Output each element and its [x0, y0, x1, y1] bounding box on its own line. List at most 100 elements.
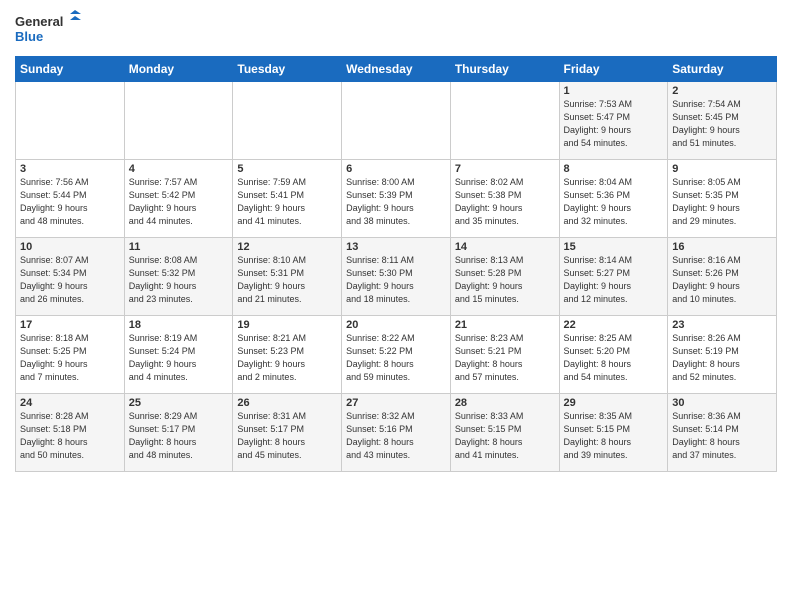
- day-number: 15: [564, 241, 664, 253]
- calendar-cell: 26Sunrise: 8:31 AM Sunset: 5:17 PM Dayli…: [233, 394, 342, 472]
- day-number: 10: [20, 241, 120, 253]
- svg-text:Blue: Blue: [15, 29, 43, 44]
- day-info: Sunrise: 8:16 AM Sunset: 5:26 PM Dayligh…: [672, 254, 772, 306]
- day-info: Sunrise: 8:13 AM Sunset: 5:28 PM Dayligh…: [455, 254, 555, 306]
- day-info: Sunrise: 7:53 AM Sunset: 5:47 PM Dayligh…: [564, 98, 664, 150]
- day-info: Sunrise: 8:19 AM Sunset: 5:24 PM Dayligh…: [129, 332, 229, 384]
- calendar-container: General Blue SundayMondayTuesdayWednesda…: [0, 0, 792, 482]
- day-info: Sunrise: 7:56 AM Sunset: 5:44 PM Dayligh…: [20, 176, 120, 228]
- day-info: Sunrise: 8:07 AM Sunset: 5:34 PM Dayligh…: [20, 254, 120, 306]
- day-number: 25: [129, 397, 229, 409]
- week-row-5: 24Sunrise: 8:28 AM Sunset: 5:18 PM Dayli…: [16, 394, 777, 472]
- day-info: Sunrise: 8:29 AM Sunset: 5:17 PM Dayligh…: [129, 410, 229, 462]
- day-number: 5: [237, 163, 337, 175]
- day-info: Sunrise: 8:33 AM Sunset: 5:15 PM Dayligh…: [455, 410, 555, 462]
- calendar-cell: 12Sunrise: 8:10 AM Sunset: 5:31 PM Dayli…: [233, 238, 342, 316]
- day-info: Sunrise: 8:05 AM Sunset: 5:35 PM Dayligh…: [672, 176, 772, 228]
- calendar-cell: 1Sunrise: 7:53 AM Sunset: 5:47 PM Daylig…: [559, 82, 668, 160]
- day-info: Sunrise: 8:14 AM Sunset: 5:27 PM Dayligh…: [564, 254, 664, 306]
- day-info: Sunrise: 8:31 AM Sunset: 5:17 PM Dayligh…: [237, 410, 337, 462]
- day-info: Sunrise: 8:21 AM Sunset: 5:23 PM Dayligh…: [237, 332, 337, 384]
- day-info: Sunrise: 8:35 AM Sunset: 5:15 PM Dayligh…: [564, 410, 664, 462]
- day-info: Sunrise: 8:11 AM Sunset: 5:30 PM Dayligh…: [346, 254, 446, 306]
- day-number: 11: [129, 241, 229, 253]
- day-number: 26: [237, 397, 337, 409]
- calendar-cell: 14Sunrise: 8:13 AM Sunset: 5:28 PM Dayli…: [450, 238, 559, 316]
- day-info: Sunrise: 8:23 AM Sunset: 5:21 PM Dayligh…: [455, 332, 555, 384]
- day-number: 1: [564, 85, 664, 97]
- day-info: Sunrise: 8:26 AM Sunset: 5:19 PM Dayligh…: [672, 332, 772, 384]
- day-number: 30: [672, 397, 772, 409]
- day-number: 3: [20, 163, 120, 175]
- calendar-cell: 19Sunrise: 8:21 AM Sunset: 5:23 PM Dayli…: [233, 316, 342, 394]
- calendar-cell: 24Sunrise: 8:28 AM Sunset: 5:18 PM Dayli…: [16, 394, 125, 472]
- calendar-cell: 30Sunrise: 8:36 AM Sunset: 5:14 PM Dayli…: [668, 394, 777, 472]
- calendar-cell: 10Sunrise: 8:07 AM Sunset: 5:34 PM Dayli…: [16, 238, 125, 316]
- day-info: Sunrise: 8:04 AM Sunset: 5:36 PM Dayligh…: [564, 176, 664, 228]
- calendar-cell: 11Sunrise: 8:08 AM Sunset: 5:32 PM Dayli…: [124, 238, 233, 316]
- calendar-cell: 18Sunrise: 8:19 AM Sunset: 5:24 PM Dayli…: [124, 316, 233, 394]
- calendar-cell: [124, 82, 233, 160]
- calendar-cell: 27Sunrise: 8:32 AM Sunset: 5:16 PM Dayli…: [342, 394, 451, 472]
- calendar-cell: 15Sunrise: 8:14 AM Sunset: 5:27 PM Dayli…: [559, 238, 668, 316]
- logo: General Blue: [15, 10, 85, 48]
- calendar-cell: 9Sunrise: 8:05 AM Sunset: 5:35 PM Daylig…: [668, 160, 777, 238]
- weekday-header-tuesday: Tuesday: [233, 57, 342, 82]
- day-info: Sunrise: 8:32 AM Sunset: 5:16 PM Dayligh…: [346, 410, 446, 462]
- day-number: 29: [564, 397, 664, 409]
- day-number: 9: [672, 163, 772, 175]
- day-info: Sunrise: 8:22 AM Sunset: 5:22 PM Dayligh…: [346, 332, 446, 384]
- calendar-cell: 3Sunrise: 7:56 AM Sunset: 5:44 PM Daylig…: [16, 160, 125, 238]
- logo-svg: General Blue: [15, 10, 85, 48]
- calendar-cell: 6Sunrise: 8:00 AM Sunset: 5:39 PM Daylig…: [342, 160, 451, 238]
- day-number: 24: [20, 397, 120, 409]
- day-info: Sunrise: 8:28 AM Sunset: 5:18 PM Dayligh…: [20, 410, 120, 462]
- calendar-body: 1Sunrise: 7:53 AM Sunset: 5:47 PM Daylig…: [16, 82, 777, 472]
- calendar-cell: 7Sunrise: 8:02 AM Sunset: 5:38 PM Daylig…: [450, 160, 559, 238]
- calendar-cell: [342, 82, 451, 160]
- day-number: 7: [455, 163, 555, 175]
- day-info: Sunrise: 7:57 AM Sunset: 5:42 PM Dayligh…: [129, 176, 229, 228]
- day-number: 28: [455, 397, 555, 409]
- day-info: Sunrise: 8:10 AM Sunset: 5:31 PM Dayligh…: [237, 254, 337, 306]
- day-info: Sunrise: 8:36 AM Sunset: 5:14 PM Dayligh…: [672, 410, 772, 462]
- day-info: Sunrise: 8:18 AM Sunset: 5:25 PM Dayligh…: [20, 332, 120, 384]
- day-number: 12: [237, 241, 337, 253]
- week-row-2: 3Sunrise: 7:56 AM Sunset: 5:44 PM Daylig…: [16, 160, 777, 238]
- day-number: 20: [346, 319, 446, 331]
- weekday-header-saturday: Saturday: [668, 57, 777, 82]
- day-info: Sunrise: 8:25 AM Sunset: 5:20 PM Dayligh…: [564, 332, 664, 384]
- weekday-header-thursday: Thursday: [450, 57, 559, 82]
- day-info: Sunrise: 8:08 AM Sunset: 5:32 PM Dayligh…: [129, 254, 229, 306]
- day-number: 21: [455, 319, 555, 331]
- calendar-cell: 21Sunrise: 8:23 AM Sunset: 5:21 PM Dayli…: [450, 316, 559, 394]
- calendar-cell: 29Sunrise: 8:35 AM Sunset: 5:15 PM Dayli…: [559, 394, 668, 472]
- day-number: 2: [672, 85, 772, 97]
- week-row-4: 17Sunrise: 8:18 AM Sunset: 5:25 PM Dayli…: [16, 316, 777, 394]
- calendar-cell: 5Sunrise: 7:59 AM Sunset: 5:41 PM Daylig…: [233, 160, 342, 238]
- day-number: 13: [346, 241, 446, 253]
- weekday-header-friday: Friday: [559, 57, 668, 82]
- day-info: Sunrise: 8:00 AM Sunset: 5:39 PM Dayligh…: [346, 176, 446, 228]
- week-row-1: 1Sunrise: 7:53 AM Sunset: 5:47 PM Daylig…: [16, 82, 777, 160]
- calendar-header: SundayMondayTuesdayWednesdayThursdayFrid…: [16, 57, 777, 82]
- day-number: 8: [564, 163, 664, 175]
- day-number: 27: [346, 397, 446, 409]
- day-number: 19: [237, 319, 337, 331]
- calendar-cell: 28Sunrise: 8:33 AM Sunset: 5:15 PM Dayli…: [450, 394, 559, 472]
- header: General Blue: [15, 10, 777, 48]
- svg-text:General: General: [15, 14, 63, 29]
- calendar-cell: 8Sunrise: 8:04 AM Sunset: 5:36 PM Daylig…: [559, 160, 668, 238]
- day-number: 6: [346, 163, 446, 175]
- weekday-header-monday: Monday: [124, 57, 233, 82]
- weekday-header-sunday: Sunday: [16, 57, 125, 82]
- calendar-cell: 2Sunrise: 7:54 AM Sunset: 5:45 PM Daylig…: [668, 82, 777, 160]
- calendar-table: SundayMondayTuesdayWednesdayThursdayFrid…: [15, 56, 777, 472]
- calendar-cell: 17Sunrise: 8:18 AM Sunset: 5:25 PM Dayli…: [16, 316, 125, 394]
- weekday-row: SundayMondayTuesdayWednesdayThursdayFrid…: [16, 57, 777, 82]
- calendar-cell: 4Sunrise: 7:57 AM Sunset: 5:42 PM Daylig…: [124, 160, 233, 238]
- calendar-cell: [233, 82, 342, 160]
- calendar-cell: [450, 82, 559, 160]
- day-info: Sunrise: 7:59 AM Sunset: 5:41 PM Dayligh…: [237, 176, 337, 228]
- day-number: 14: [455, 241, 555, 253]
